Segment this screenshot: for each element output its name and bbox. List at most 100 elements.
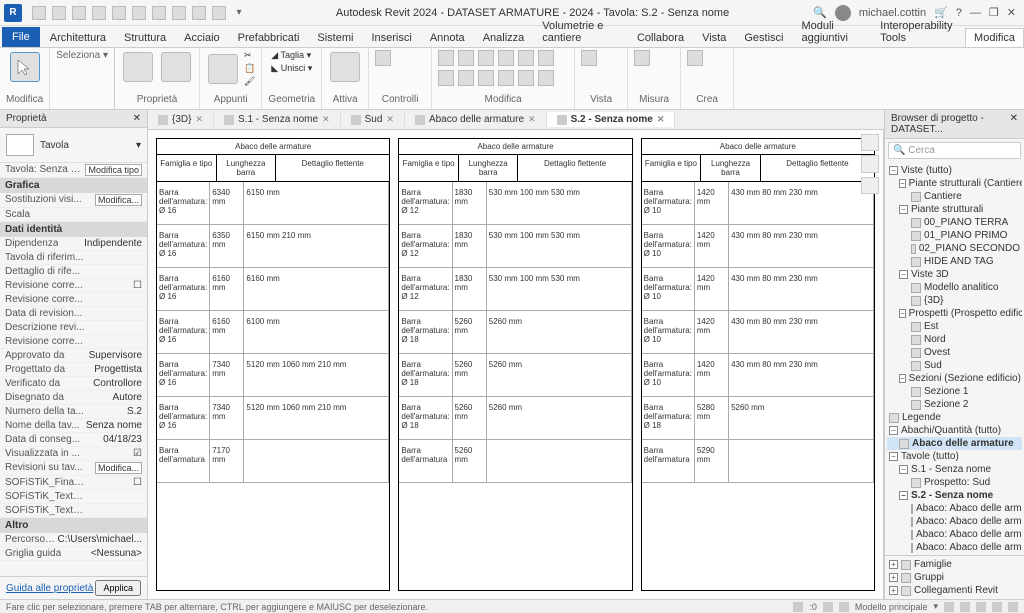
app-icon[interactable]: R: [4, 4, 22, 22]
tree-node[interactable]: −Viste 3D: [887, 268, 1022, 281]
status-icon3[interactable]: [839, 602, 849, 612]
schedule-row[interactable]: Barra dell'armatura: Ø 166160 mm6160 mm: [157, 268, 389, 311]
prop-data-conseg[interactable]: Data di conseg...04/18/23: [0, 433, 147, 447]
create-icon[interactable]: [687, 50, 703, 66]
schedule-row[interactable]: Barra dell'armatura: Ø 101420 mm430 mm 8…: [642, 268, 874, 311]
chevron-down-icon[interactable]: ▾: [933, 601, 938, 612]
schedule-instance[interactable]: Abaco delle armatureFamiglia e tipoLungh…: [156, 138, 390, 591]
schedule-row[interactable]: Barra dell'armatura: Ø 121830 mm530 mm 1…: [399, 268, 631, 311]
qat-redo-icon[interactable]: [112, 6, 126, 20]
qat-undo-icon[interactable]: [92, 6, 106, 20]
tree-node[interactable]: Cantiere: [887, 190, 1022, 203]
close-icon[interactable]: ✕: [1007, 6, 1016, 19]
prop-visualizzata[interactable]: Visualizzata in ...☑: [0, 447, 147, 461]
schedule-row[interactable]: Barra dell'armatura: Ø 167340 mm5120 mm …: [157, 354, 389, 397]
close-tab-icon[interactable]: ✕: [657, 114, 665, 125]
schedule-row[interactable]: Barra dell'armatura: Ø 166160 mm6100 mm: [157, 311, 389, 354]
tree-node[interactable]: Est: [887, 320, 1022, 333]
expander-icon[interactable]: −: [889, 426, 898, 435]
offset-icon[interactable]: [478, 70, 494, 86]
prop-verificato[interactable]: Verificato daControllore: [0, 377, 147, 391]
tree-node[interactable]: −Viste (tutto): [887, 164, 1022, 177]
move-icon[interactable]: [438, 50, 454, 66]
prop-approvato[interactable]: Approvato daSupervisore: [0, 349, 147, 363]
tree-node[interactable]: Sud: [887, 359, 1022, 372]
schedule-row[interactable]: Barra dell'armatura: Ø 101420 mm430 mm 8…: [642, 354, 874, 397]
prop-griglia[interactable]: Griglia guida<Nessuna>: [0, 547, 147, 561]
prop-rev-corr2[interactable]: Revisione corre...: [0, 293, 147, 307]
tree-node[interactable]: Ovest: [887, 346, 1022, 359]
expander-icon[interactable]: −: [899, 179, 906, 188]
ribbon-tab-moduli-aggiuntivi[interactable]: Moduli aggiuntivi: [793, 17, 870, 47]
qat-save-icon[interactable]: [52, 6, 66, 20]
ribbon-tab-struttura[interactable]: Struttura: [116, 29, 174, 47]
ribbon-tab-sistemi[interactable]: Sistemi: [309, 29, 361, 47]
qat-open-icon[interactable]: [32, 6, 46, 20]
status-icon4[interactable]: [944, 602, 954, 612]
scale-icon[interactable]: [458, 70, 474, 86]
schedule-row[interactable]: Barra dell'armatura7170 mm: [157, 440, 389, 483]
extend-icon[interactable]: [518, 50, 534, 66]
expander-icon[interactable]: +: [889, 573, 898, 582]
close-panel-icon[interactable]: ✕: [1010, 113, 1018, 135]
qat-print-icon[interactable]: [132, 6, 146, 20]
ribbon-tab-modifica[interactable]: Modifica: [965, 28, 1024, 47]
tree-node[interactable]: −Abachi/Quantità (tutto): [887, 424, 1022, 437]
ribbon-tab-inserisci[interactable]: Inserisci: [363, 29, 419, 47]
prop-sof-final[interactable]: SOFiSTiK_Finaliz...☐: [0, 476, 147, 490]
ribbon-tab-analizza[interactable]: Analizza: [475, 29, 533, 47]
expander-icon[interactable]: −: [899, 465, 908, 474]
tree-node[interactable]: +Gruppi: [887, 571, 1022, 584]
view-tab[interactable]: {3D}✕: [148, 112, 214, 127]
view-tab[interactable]: S.1 - Senza nome✕: [214, 112, 341, 127]
tree-node[interactable]: Nord: [887, 333, 1022, 346]
qat-sync-icon[interactable]: [72, 6, 86, 20]
type-properties-icon[interactable]: [161, 52, 191, 82]
taglia-button[interactable]: ◢ Taglia ▾: [271, 50, 311, 61]
prop-disegnato[interactable]: Disegnato daAutore: [0, 391, 147, 405]
array-icon[interactable]: [438, 70, 454, 86]
ribbon-tab-file[interactable]: File: [2, 27, 40, 47]
ribbon-tab-collabora[interactable]: Collabora: [629, 29, 692, 47]
viewcube-icon[interactable]: [861, 155, 879, 172]
tree-node[interactable]: {3D}: [887, 294, 1022, 307]
status-icon2[interactable]: [823, 602, 833, 612]
status-model[interactable]: Modello principale: [855, 602, 928, 612]
status-icon5[interactable]: [960, 602, 970, 612]
copy-button[interactable]: 📋: [244, 63, 255, 74]
pin-icon[interactable]: [498, 70, 514, 86]
view-tab[interactable]: Sud✕: [341, 112, 405, 127]
tree-node[interactable]: Abaco: Abaco delle arm: [887, 502, 1022, 515]
tree-node[interactable]: −S.1 - Senza nome: [887, 463, 1022, 476]
qat-misc3-icon[interactable]: [212, 6, 226, 20]
expander-icon[interactable]: −: [899, 205, 908, 214]
tree-node[interactable]: Abaco delle armature: [887, 437, 1022, 450]
status-icon8[interactable]: [1008, 602, 1018, 612]
schedule-row[interactable]: Barra dell'armatura: Ø 185260 mm5260 mm: [399, 311, 631, 354]
match-button[interactable]: 🖌: [244, 76, 255, 87]
ribbon-tab-interoperability-tools[interactable]: Interoperability Tools: [872, 17, 963, 47]
tree-node[interactable]: −Piante strutturali: [887, 203, 1022, 216]
schedule-row[interactable]: Barra dell'armatura: Ø 185280 mm5260 mm: [642, 397, 874, 440]
prop-dipendenza[interactable]: DipendenzaIndipendente: [0, 237, 147, 251]
status-icon7[interactable]: [992, 602, 1002, 612]
ribbon-tab-gestisci[interactable]: Gestisci: [736, 29, 791, 47]
view-icon[interactable]: [581, 50, 597, 66]
close-tab-icon[interactable]: ✕: [386, 114, 394, 125]
ribbon-tab-acciaio[interactable]: Acciaio: [176, 29, 227, 47]
properties-help-link[interactable]: Guida alle proprietà: [6, 583, 93, 594]
expander-icon[interactable]: −: [899, 270, 908, 279]
tree-node[interactable]: Modello analitico: [887, 281, 1022, 294]
qat-misc1-icon[interactable]: [172, 6, 186, 20]
schedule-row[interactable]: Barra dell'armatura5260 mm: [399, 440, 631, 483]
close-tab-icon[interactable]: ✕: [322, 114, 330, 125]
tree-node[interactable]: Sezione 2: [887, 398, 1022, 411]
ribbon-label-select[interactable]: Seleziona ▾: [56, 50, 108, 63]
ribbon-tab-annota[interactable]: Annota: [422, 29, 473, 47]
close-tab-icon[interactable]: ✕: [195, 114, 203, 125]
cut-button[interactable]: ✂ Incolla: [244, 50, 255, 61]
schedule-row[interactable]: Barra dell'armatura: Ø 185260 mm5260 mm: [399, 397, 631, 440]
tree-node[interactable]: −Sezioni (Sezione edificio): [887, 372, 1022, 385]
tree-node[interactable]: HIDE AND TAG: [887, 255, 1022, 268]
prop-rev-corr3[interactable]: Revisione corre...: [0, 335, 147, 349]
